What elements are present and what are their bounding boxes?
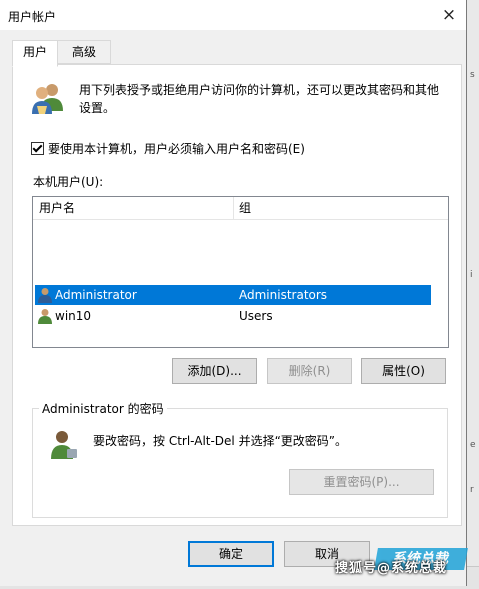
require-login-row[interactable]: 要使用本计算机，用户必须输入用户名和密码(E) (31, 140, 305, 157)
window-title: 用户帐户 (8, 10, 57, 24)
user-icon (38, 288, 52, 303)
cell-username: Administrator (55, 288, 137, 302)
description-text: 用下列表授予或拒绝用户访问你的计算机，还可以更改其密码和其他设置。 (79, 83, 440, 115)
list-header: 用户名 组 (33, 197, 448, 220)
user-icon (38, 309, 52, 324)
reset-password-button[interactable]: 重置密码(P)... (289, 469, 434, 495)
background-window-edge: s i e r (466, 0, 479, 588)
ok-button[interactable]: 确定 (188, 541, 274, 567)
remove-user-button[interactable]: 删除(R) (267, 358, 352, 384)
password-group-title: Administrator 的密码 (39, 400, 167, 417)
require-login-label[interactable]: 要使用本计算机，用户必须输入用户名和密码(E) (48, 140, 305, 157)
background-fragment: r (470, 485, 474, 495)
password-group: Administrator 的密码 要改密码，按 Ctrl-Alt-Del 并选… (32, 400, 448, 518)
cell-group: Users (239, 309, 273, 323)
users-list[interactable]: 用户名 组 Administrator Administrators win10… (32, 196, 449, 348)
local-users-label: 本机用户(U): (33, 175, 104, 189)
require-login-checkbox[interactable] (31, 142, 44, 155)
users-icon (32, 84, 63, 114)
properties-button[interactable]: 属性(O) (361, 358, 446, 384)
tab-users[interactable]: 用户 (12, 40, 58, 67)
password-instruction: 要改密码，按 Ctrl-Alt-Del 并选择“更改密码”。 (93, 434, 348, 448)
column-header-username[interactable]: 用户名 (33, 197, 232, 219)
tab-advanced[interactable]: 高级 (57, 40, 111, 64)
close-icon[interactable]: × (436, 2, 462, 28)
cell-username: win10 (55, 309, 92, 323)
table-row[interactable]: win10 Users (35, 306, 431, 326)
add-user-button[interactable]: 添加(D)... (172, 358, 257, 384)
watermark-text: 搜狐号@系统总裁 (335, 561, 448, 576)
title-bar: 用户帐户 × (0, 0, 466, 30)
user-password-icon (51, 431, 77, 459)
cell-group: Administrators (239, 288, 328, 302)
column-header-group[interactable]: 组 (233, 197, 439, 219)
user-accounts-dialog: 用户帐户 × 用户 高级 用下列表授予或拒绝用户访问你的计算机，还可以更改其密码… (0, 0, 467, 586)
table-row[interactable]: Administrator Administrators (35, 285, 431, 305)
background-fragment: s (470, 70, 475, 80)
background-fragment: i (470, 270, 473, 280)
background-fragment: e (470, 440, 476, 450)
tab-panel-users: 用下列表授予或拒绝用户访问你的计算机，还可以更改其密码和其他设置。 要使用本计算… (12, 64, 462, 526)
